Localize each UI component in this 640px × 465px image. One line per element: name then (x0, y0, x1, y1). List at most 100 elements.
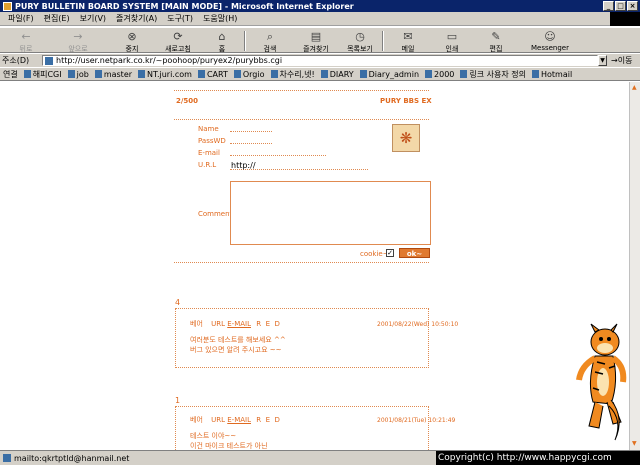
post-url-link[interactable]: URL (211, 320, 225, 328)
home-button[interactable]: ⌂ 홈 (202, 30, 242, 53)
link-item[interactable]: 차수리,넷! (270, 69, 315, 80)
form-top-divider (174, 119, 429, 120)
post-number: 1 (175, 396, 181, 405)
forward-button[interactable]: → 앞으로 (58, 30, 98, 53)
edit-page-icon: ✎ (491, 30, 501, 43)
messenger-icon: ☺ (544, 30, 556, 43)
post-number: 4 (175, 298, 181, 307)
history-button[interactable]: ◷ 목록보기 (340, 30, 380, 53)
refresh-button[interactable]: ⟳ 새로고침 (158, 30, 198, 53)
link-page-icon (67, 70, 75, 78)
maximize-button[interactable]: □ (615, 1, 626, 11)
header-divider (174, 90, 429, 91)
favorites-button[interactable]: ▤ 즐겨찾기 (296, 30, 336, 53)
board-brand: PURY BBS EX (380, 97, 432, 105)
ok-submit-button[interactable]: ok~ (399, 248, 430, 258)
edit-button[interactable]: ✎ 편집 (476, 30, 516, 53)
menu-bar: 파일(F) 편집(E) 보기(V) 즐겨찾기(A) 도구(T) 도움말(H) (0, 12, 640, 26)
window-title: PURY BULLETIN BOARD SYSTEM [MAIN MODE] -… (15, 1, 354, 11)
address-label: 주소(D) (2, 56, 30, 65)
comment-label: Comment (198, 210, 233, 218)
comment-textarea[interactable] (230, 181, 431, 245)
link-page-icon (320, 70, 328, 78)
link-page-icon (460, 70, 468, 78)
link-page-icon (23, 70, 31, 78)
edit-link[interactable]: E (266, 320, 270, 328)
link-item[interactable]: job (67, 70, 89, 79)
scroll-down-icon[interactable]: ▼ (632, 440, 637, 447)
scroll-up-icon[interactable]: ▲ (632, 84, 637, 91)
edit-link[interactable]: E (266, 416, 270, 424)
link-page-icon (233, 70, 241, 78)
mail-button[interactable]: ✉ 메일 (388, 30, 428, 53)
name-field[interactable] (230, 124, 272, 132)
reply-link[interactable]: R (256, 416, 261, 424)
email-field[interactable] (230, 148, 326, 156)
post-url-link[interactable]: URL (211, 416, 225, 424)
cookie-label: cookie~ (360, 250, 389, 258)
post-date: 2001/08/22(Wed) 10:50:10 (377, 321, 459, 328)
link-page-icon (531, 70, 539, 78)
post-email-link[interactable]: E-MAIL (227, 416, 251, 424)
search-icon: ⌕ (266, 30, 274, 43)
link-item[interactable]: CART (197, 70, 228, 79)
delete-link[interactable]: D (274, 320, 279, 328)
menu-favorites[interactable]: 즐겨찾기(A) (116, 13, 157, 24)
password-field[interactable] (230, 136, 272, 144)
stop-icon: ⊗ (127, 30, 137, 43)
link-item[interactable]: Diary_admin (359, 70, 419, 79)
page-icon (45, 56, 53, 65)
form-bottom-divider (174, 262, 429, 263)
address-url: http://user.netpark.co.kr/~poohoop/purye… (56, 56, 283, 65)
copyright-banner: Copyright(c) http://www.happycgi.com (436, 451, 640, 465)
post-meta: 베어 URL E-MAIL R E D (190, 319, 280, 329)
stop-button[interactable]: ⊗ 중지 (112, 30, 152, 53)
tigger-avatar-image: ❋ (392, 124, 420, 152)
link-item[interactable]: 2000 (425, 70, 454, 79)
delete-link[interactable]: D (274, 416, 279, 424)
cookie-checkbox[interactable]: ✓ (386, 249, 394, 257)
link-item[interactable]: 해피CGI (23, 69, 62, 80)
link-item[interactable]: Hotmail (531, 70, 572, 79)
link-item[interactable]: DIARY (320, 70, 354, 79)
password-label: PassWD (198, 137, 226, 145)
menu-edit[interactable]: 편집(E) (44, 13, 70, 24)
email-label: E-mail (198, 149, 220, 157)
menu-view[interactable]: 보기(V) (80, 13, 106, 24)
reply-link[interactable]: R (256, 320, 261, 328)
search-button[interactable]: ⌕ 검색 (250, 30, 290, 53)
link-item[interactable]: master (94, 70, 132, 79)
menu-help[interactable]: 도움말(H) (203, 13, 237, 24)
close-button[interactable]: × (627, 1, 638, 11)
go-button[interactable]: →이동 (611, 55, 632, 66)
link-item[interactable]: Orgio (233, 70, 265, 79)
minimize-button[interactable]: _ (603, 1, 614, 11)
link-item[interactable]: NT.juri.com (138, 70, 192, 79)
link-page-icon (270, 70, 278, 78)
toolbar-separator (382, 31, 384, 51)
post-author: 베어 (190, 320, 203, 328)
link-page-icon (197, 70, 205, 78)
post-line: 테스트 이야~~ (190, 432, 237, 440)
back-button[interactable]: ← 뒤로 (6, 30, 46, 53)
link-page-icon (94, 70, 102, 78)
ie-icon (3, 1, 12, 11)
address-bar: 주소(D) http://user.netpark.co.kr/~poohoop… (0, 54, 640, 67)
menu-file[interactable]: 파일(F) (8, 13, 34, 24)
link-item[interactable]: 링크 사용자 정의 (460, 69, 526, 80)
address-input[interactable]: http://user.netpark.co.kr/~poohoop/purye… (42, 55, 598, 66)
links-label: 연결 (3, 69, 18, 79)
post-meta: 베어 URL E-MAIL R E D (190, 415, 280, 425)
printer-icon: ▭ (446, 30, 458, 43)
back-arrow-icon: ← (21, 30, 31, 43)
post-date: 2001/08/21(Tue) 10:21:49 (377, 417, 456, 424)
menu-tools[interactable]: 도구(T) (167, 13, 193, 24)
print-button[interactable]: ▭ 인쇄 (432, 30, 472, 53)
address-dropdown-button[interactable]: ▼ (598, 55, 607, 66)
post-email-link[interactable]: E-MAIL (227, 320, 251, 328)
url-label: U.R.L (198, 161, 217, 169)
messenger-button[interactable]: ☺ Messenger (524, 30, 576, 52)
toolbar-separator (244, 31, 246, 51)
window-title-bar: PURY BULLETIN BOARD SYSTEM [MAIN MODE] -… (0, 0, 640, 12)
vertical-scrollbar[interactable]: ▲ ▼ (629, 82, 640, 450)
